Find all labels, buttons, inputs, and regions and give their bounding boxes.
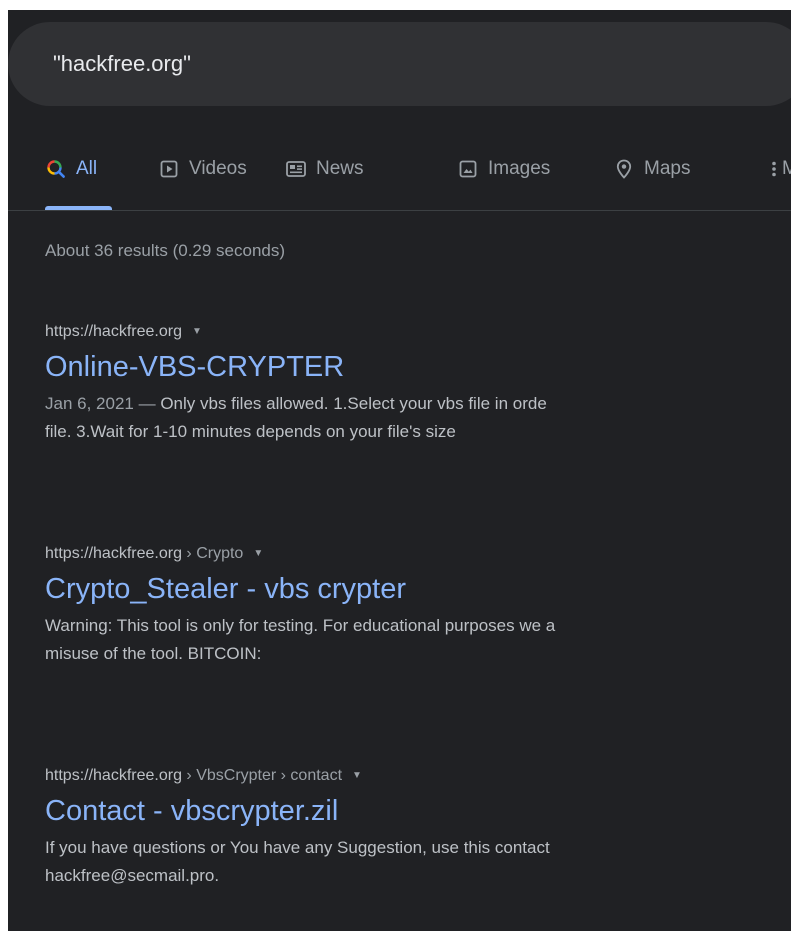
caret-down-icon[interactable]: ▼ xyxy=(352,765,362,787)
tab-videos[interactable]: Videos xyxy=(158,158,247,180)
tab-news-label: News xyxy=(316,158,364,179)
tab-more[interactable]: M xyxy=(769,158,791,180)
result-snippet-line: Warning: This tool is only for testing. … xyxy=(45,616,556,635)
caret-down-icon[interactable]: ▼ xyxy=(253,543,263,565)
search-results-page: "hackfree.org" All Videos News Images Ma… xyxy=(8,10,791,931)
search-icon xyxy=(45,158,67,180)
result-snippet-line: misuse of the tool. BITCOIN: xyxy=(45,644,262,663)
caret-down-icon[interactable]: ▼ xyxy=(192,321,202,343)
result-snippet: Jan 6, 2021 — Only vbs files allowed. 1.… xyxy=(45,390,791,446)
tab-maps-label: Maps xyxy=(644,158,691,179)
search-result: https://hackfree.org › VbsCrypter › cont… xyxy=(45,765,791,890)
result-url[interactable]: https://hackfree.org › VbsCrypter › cont… xyxy=(45,765,791,787)
news-icon xyxy=(285,158,307,180)
video-icon xyxy=(158,158,180,180)
result-snippet: If you have questions or You have any Su… xyxy=(45,834,791,890)
tab-all[interactable]: All xyxy=(45,158,97,180)
tab-maps[interactable]: Maps xyxy=(613,158,690,180)
result-stats: About 36 results (0.29 seconds) xyxy=(45,241,286,260)
tabs-divider xyxy=(8,210,791,211)
result-title[interactable]: Crypto_Stealer - vbs crypter xyxy=(45,572,791,606)
image-icon xyxy=(457,158,479,180)
search-bar[interactable]: "hackfree.org" xyxy=(8,22,791,106)
result-snippet-line: hackfree@secmail.pro. xyxy=(45,866,220,885)
result-snippet-line: file. 3.Wait for 1-10 minutes depends on… xyxy=(45,422,456,441)
search-input[interactable]: "hackfree.org" xyxy=(53,51,191,77)
result-snippet-text: Only vbs files allowed. 1.Select your vb… xyxy=(160,394,547,413)
result-breadcrumb: › Crypto xyxy=(181,545,244,563)
tab-images[interactable]: Images xyxy=(457,158,550,180)
result-url[interactable]: https://hackfree.org › Crypto ▼ xyxy=(45,543,791,565)
result-url[interactable]: https://hackfree.org ▼ xyxy=(45,321,791,343)
map-pin-icon xyxy=(613,158,635,180)
tab-videos-label: Videos xyxy=(189,158,247,179)
result-url-text: https://hackfree.org xyxy=(45,767,182,785)
search-result: https://hackfree.org › Crypto ▼ Crypto_St… xyxy=(45,543,791,668)
result-snippet-line: If you have questions or You have any Su… xyxy=(45,838,550,857)
result-snippet-line: Jan 6, 2021 — Only vbs files allowed. 1.… xyxy=(45,390,791,418)
result-title[interactable]: Contact - vbscrypter.zil xyxy=(45,794,791,828)
result-title[interactable]: Online-VBS-CRYPTER xyxy=(45,350,791,384)
tab-news[interactable]: News xyxy=(285,158,364,180)
result-url-text: https://hackfree.org xyxy=(45,545,182,563)
tab-all-label: All xyxy=(76,158,98,179)
tab-more-label: M xyxy=(782,158,791,179)
tab-images-label: Images xyxy=(488,158,551,179)
result-breadcrumb: › VbsCrypter › contact xyxy=(181,767,343,785)
more-icon xyxy=(769,158,779,180)
result-date: Jan 6, 2021 — xyxy=(45,394,161,413)
result-url-text: https://hackfree.org xyxy=(45,323,182,341)
search-result: https://hackfree.org ▼ Online-VBS-CRYPTER… xyxy=(45,321,791,446)
result-snippet: Warning: This tool is only for testing. … xyxy=(45,612,791,668)
